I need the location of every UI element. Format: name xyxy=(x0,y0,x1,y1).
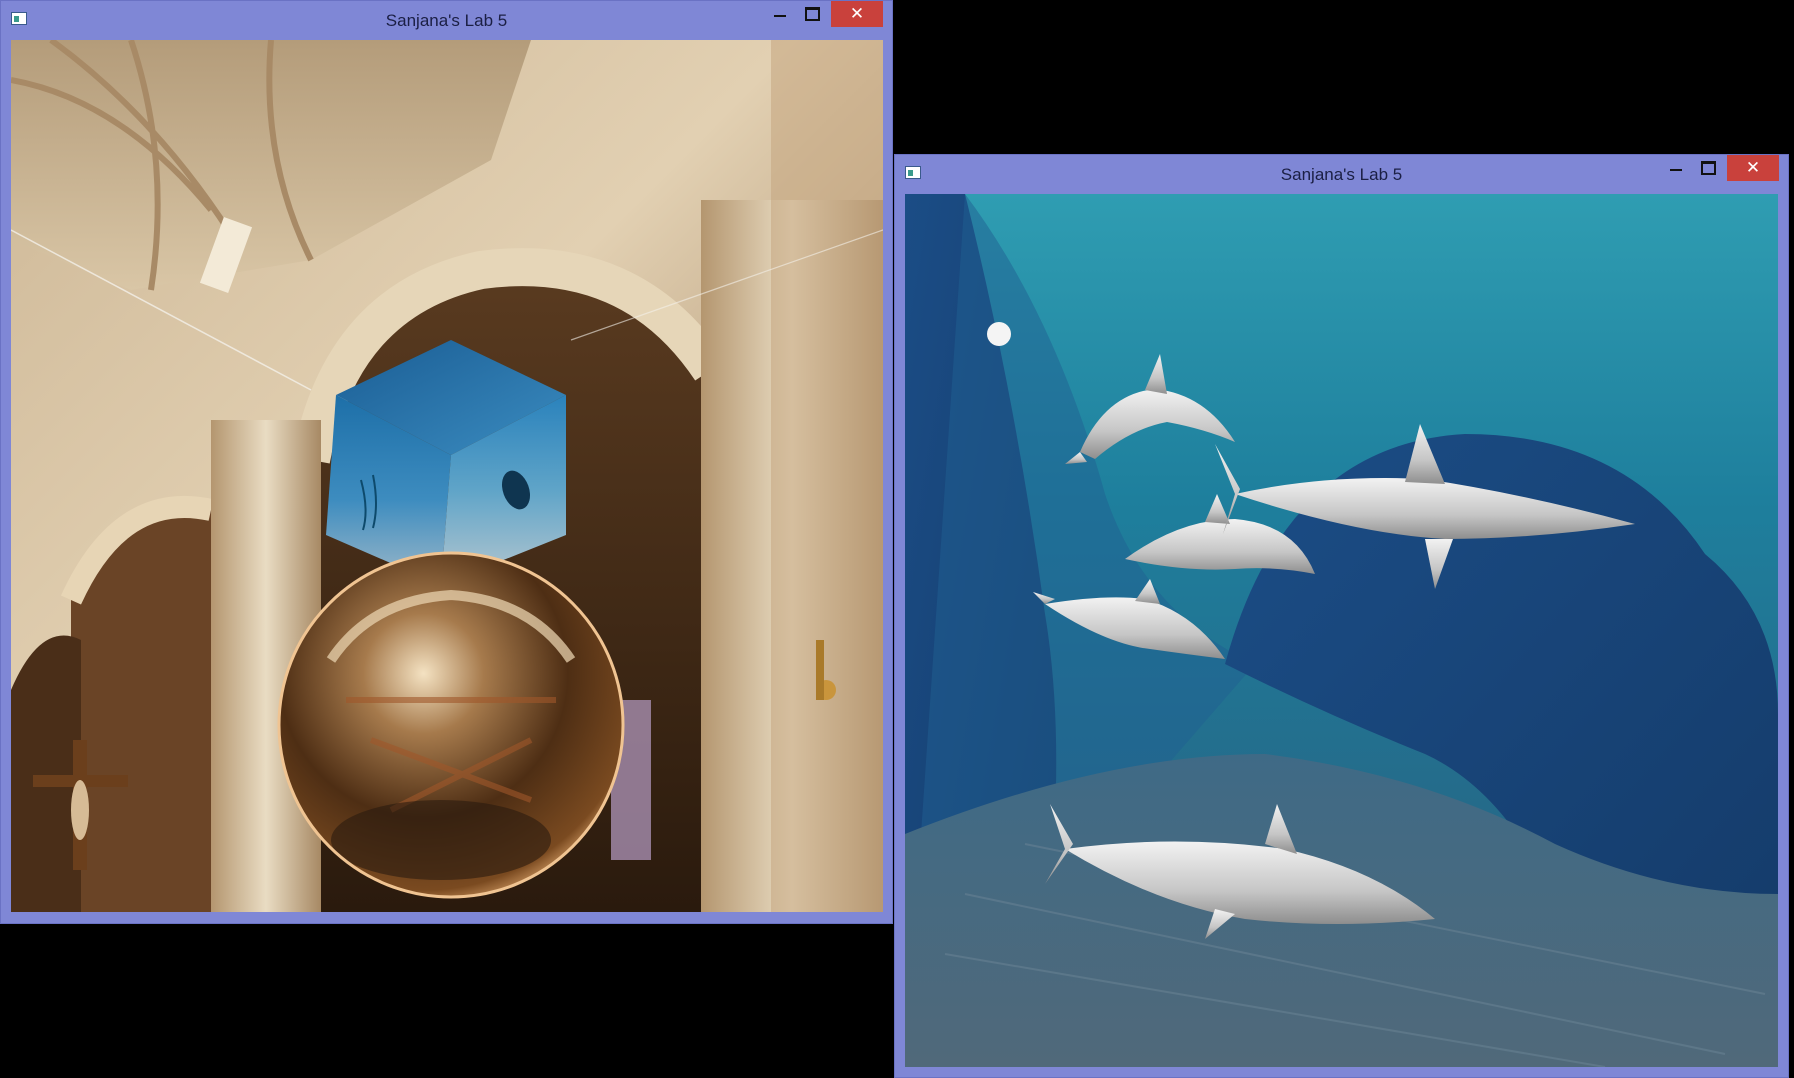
maximize-icon xyxy=(804,6,820,21)
close-button[interactable]: ✕ xyxy=(831,1,883,27)
minimize-button[interactable] xyxy=(765,1,795,27)
cathedral-scene xyxy=(11,40,883,912)
window-cathedral[interactable]: Sanjana's Lab 5 ✕ xyxy=(0,0,893,924)
close-button[interactable]: ✕ xyxy=(1727,155,1779,181)
minimize-icon xyxy=(774,14,786,17)
reflective-sphere xyxy=(277,551,625,899)
maximize-icon xyxy=(1700,160,1716,175)
underwater-scene xyxy=(905,194,1778,1067)
minimize-icon xyxy=(1670,168,1682,171)
close-icon: ✕ xyxy=(849,4,865,23)
maximize-button[interactable] xyxy=(797,1,827,27)
render-viewport[interactable] xyxy=(11,40,883,912)
window-title: Sanjana's Lab 5 xyxy=(385,11,508,30)
window-title: Sanjana's Lab 5 xyxy=(1280,165,1403,184)
light-source-sphere xyxy=(987,322,1011,346)
minimize-button[interactable] xyxy=(1661,155,1691,181)
maximize-button[interactable] xyxy=(1693,155,1723,181)
titlebar[interactable]: Sanjana's Lab 5 ✕ xyxy=(1,1,892,39)
close-icon: ✕ xyxy=(1745,158,1761,177)
render-viewport[interactable] xyxy=(905,194,1778,1067)
titlebar[interactable]: Sanjana's Lab 5 ✕ xyxy=(895,155,1788,193)
window-underwater[interactable]: Sanjana's Lab 5 ✕ xyxy=(894,154,1789,1078)
